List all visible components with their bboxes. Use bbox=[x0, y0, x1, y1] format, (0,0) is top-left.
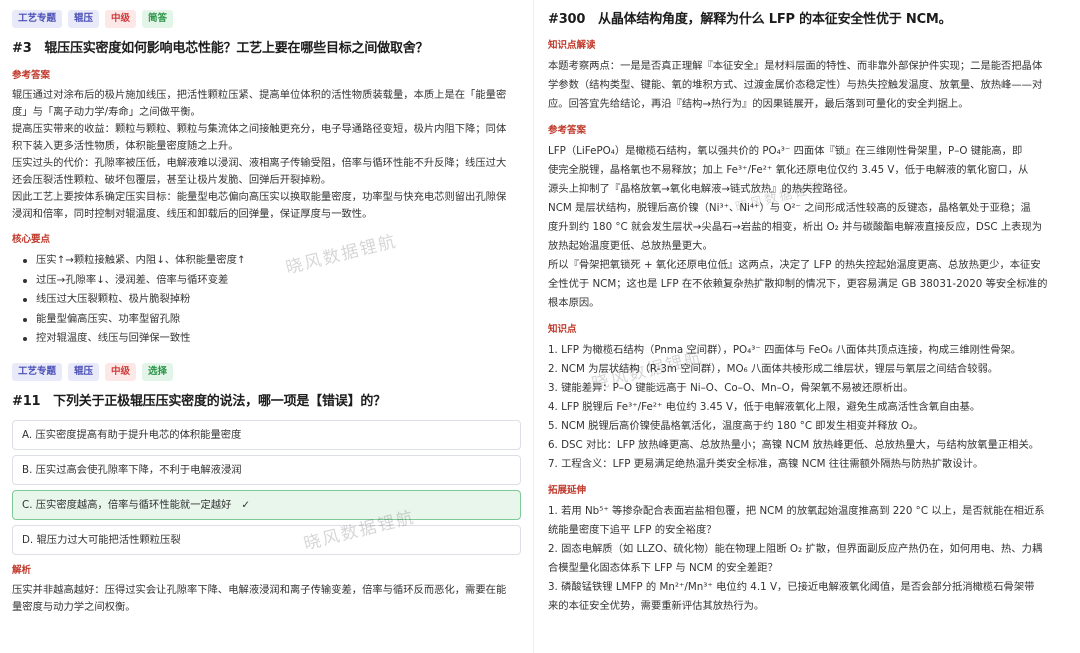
list-item: 6. DSC 对比：LFP 放热峰更高、总放热量小；高镍 NCM 放热峰更低、总… bbox=[548, 439, 1040, 451]
text-line: 量密度与动力学之间权衡。 bbox=[12, 600, 136, 613]
list-item: 来的本征安全优势，需要重新评估其放热行为。 bbox=[548, 600, 765, 612]
option-label: C. 压实密度越高，倍率与循环性能就一定越好 bbox=[22, 498, 232, 511]
option-label: B. 压实过高会使孔隙率下降，不利于电解液浸润 bbox=[22, 463, 242, 476]
list-item: 2. 固态电解质（如 LLZO、硫化物）能在物理上阻断 O₂ 扩散，但界面副反应… bbox=[548, 543, 1043, 555]
q3-reference-label: 参考答案 bbox=[12, 70, 51, 81]
text-line: 提高压实带来的收益：颗粒与颗粒、颗粒与集流体之间接触更充分，电子导通路径变短，极… bbox=[12, 123, 507, 135]
list-item: 1. 若用 Nb⁵⁺ 等掺杂配合表面岩盐相包覆，把 NCM 的放氧起始温度推高到… bbox=[548, 505, 1045, 517]
q300-intro: 本题考察两点：一是是否真正理解『本征安全』是材料层面的特性、而非靠外部保护件实现… bbox=[548, 57, 1066, 114]
q11-title: #11 下列关于正极辊压压实密度的说法，哪一项是【错误】的？ bbox=[12, 393, 386, 409]
tag-topic[interactable]: 工艺专题 bbox=[12, 362, 63, 381]
list-item: 2. NCM 为层状结构（R-3m 空间群），MO₆ 八面体共棱形成二维层状，锂… bbox=[548, 363, 999, 375]
q3-keypoints-label: 核心要点 bbox=[12, 234, 51, 245]
text-line: 全性优于 NCM；这也是 LFP 在不依赖复杂热扩散抑制的情况下，更容易满足 G… bbox=[548, 278, 1048, 290]
text-line: 放热起始温度更低、总放热量更大。 bbox=[548, 240, 713, 252]
text-line: 应。回答宜先给结论，再沿『结构→热行为』的因果链展开，最后落到可量化的安全判据上… bbox=[548, 98, 969, 110]
list-item: 统能量密度下追平 LFP 的安全裕度？ bbox=[548, 524, 717, 536]
text-line: 学参数（结构类型、键能、氧的堆积方式、过渡金属价态稳定性）与热失控触发温度、放氧… bbox=[548, 79, 1043, 91]
tag-type[interactable]: 选择 bbox=[142, 362, 174, 381]
q300-intro-label: 知识点解读 bbox=[548, 40, 596, 51]
text-line: 还会压裂活性颗粒、破坏包覆层，甚至让极片发脆、回弹后开裂掉粉。 bbox=[12, 174, 332, 186]
option-a[interactable]: A. 压实密度提高有助于提升电芯的体积能量密度 bbox=[12, 419, 521, 450]
option-label: D. 辊压力过大可能把活性颗粒压裂 bbox=[22, 533, 181, 546]
list-item: 4. LFP 脱锂后 Fe³⁺/Fe²⁺ 电位约 3.45 V，低于电解液氧化上… bbox=[548, 401, 981, 413]
list-item: 1. LFP 为橄榄石结构（Pnma 空间群），PO₄³⁻ 四面体与 FeO₆ … bbox=[548, 344, 1022, 356]
list-item: 能量型偏高压实、功率型留孔隙 bbox=[23, 310, 521, 330]
text-line: 本题考察两点：一是是否真正理解『本征安全』是材料层面的特性、而非靠外部保护件实现… bbox=[548, 60, 1043, 72]
text-line: 辊压通过对涂布后的极片施加线压，把活性颗粒压紧、提高单位体积的活性物质装载量，本… bbox=[12, 89, 507, 101]
text-line: 因此工艺上要按体系确定压实目标：能量型电芯偏向高压实以换取能量密度，功率型与快充… bbox=[12, 191, 507, 203]
tag-process[interactable]: 辊压 bbox=[68, 362, 100, 381]
text-line: 源头上抑制了『晶格放氧→氧化电解液→链式放热』的热失控路径。 bbox=[548, 183, 854, 195]
q300-knowledge-list: 1. LFP 为橄榄石结构（Pnma 空间群），PO₄³⁻ 四面体与 FeO₆ … bbox=[548, 341, 1066, 474]
left-column: 工艺专题 辊压 中级 简答 #3 辊压压实密度如何影响电芯性能？工艺上要在哪些目… bbox=[0, 0, 533, 653]
tag-process[interactable]: 辊压 bbox=[68, 10, 100, 28]
q11-tags: 工艺专题 辊压 中级 选择 bbox=[12, 362, 521, 381]
text-line: 浸润和倍率，同时控制对辊温度、线压和卸载后的回弹量，保证厚度与一致性。 bbox=[12, 208, 373, 220]
option-label: A. 压实密度提高有助于提升电芯的体积能量密度 bbox=[22, 428, 242, 441]
list-item: 控对辊温度、线压与回弹保一致性 bbox=[23, 329, 521, 349]
option-c-selected[interactable]: C. 压实密度越高，倍率与循环性能就一定越好 ✓ bbox=[12, 489, 521, 520]
list-item: 7. 工程含义：LFP 更易满足绝热温升类安全标准，高镍 NCM 往往需额外隔热… bbox=[548, 458, 984, 470]
q3-tags: 工艺专题 辊压 中级 简答 bbox=[12, 10, 521, 28]
option-b[interactable]: B. 压实过高会使孔隙率下降，不利于电解液浸润 bbox=[12, 454, 521, 485]
text-line: 所以『骨架把氧锁死 + 氧化还原电位低』这两点，决定了 LFP 的热失控起始温度… bbox=[548, 259, 1041, 271]
right-column: #300 从晶体结构角度，解释为什么 LFP 的本征安全性优于 NCM。 知识点… bbox=[533, 0, 1080, 653]
text-line: NCM 是层状结构，脱锂后高价镍（Ni³⁺、Ni⁴⁺）与 O²⁻ 之间形成活性较… bbox=[548, 202, 1031, 214]
check-icon: ✓ bbox=[241, 498, 251, 511]
option-d[interactable]: D. 辊压力过大可能把活性颗粒压裂 bbox=[12, 524, 521, 555]
text-line: 压实过头的代价：孔隙率被压低，电解液难以浸润、液相离子传输受阻，倍率与循环性能不… bbox=[12, 157, 507, 169]
text-line: 根本原因。 bbox=[548, 297, 600, 309]
list-item: 压实↑→颗粒接触紧、内阻↓、体积能量密度↑ bbox=[23, 251, 521, 271]
q300-reference-label: 参考答案 bbox=[548, 125, 587, 136]
q3-title: #3 辊压压实密度如何影响电芯性能？工艺上要在哪些目标之间做取舍？ bbox=[12, 41, 429, 56]
text-line: 度」与「离子动力学/寿命」之间做平衡。 bbox=[12, 106, 201, 118]
list-item: 3. 磷酸锰铁锂 LMFP 的 Mn²⁺/Mn³⁺ 电位约 4.1 V，已接近电… bbox=[548, 581, 1035, 593]
q3-reference-answer: 辊压通过对涂布后的极片施加线压，把活性颗粒压紧、提高单位体积的活性物质装载量，本… bbox=[12, 87, 521, 223]
q300-reference-answer: LFP（LiFePO₄）是橄榄石结构，氧以强共价的 PO₄³⁻ 四面体『锁』在三… bbox=[548, 142, 1066, 313]
q11-analysis-label: 解析 bbox=[12, 564, 32, 576]
tag-level[interactable]: 中级 bbox=[105, 362, 137, 381]
list-item: 线压过大压裂颗粒、极片脆裂掉粉 bbox=[23, 290, 521, 310]
tag-type[interactable]: 简答 bbox=[142, 10, 174, 28]
text-line: 使完全脱锂，晶格氧也不易释放；加上 Fe³⁺/Fe²⁺ 氧化还原电位仅约 3.4… bbox=[548, 164, 1029, 176]
q3-keypoints-list: 压实↑→颗粒接触紧、内阻↓、体积能量密度↑ 过压→孔隙率↓、浸润差、倍率与循环变… bbox=[23, 251, 521, 349]
list-item: 合模型量化固态体系下 LFP 与 NCM 的安全差距？ bbox=[548, 562, 778, 574]
list-item: 3. 键能差异：P–O 键能远高于 Ni–O、Co–O、Mn–O，骨架氧不易被还… bbox=[548, 382, 914, 394]
text-line: LFP（LiFePO₄）是橄榄石结构，氧以强共价的 PO₄³⁻ 四面体『锁』在三… bbox=[548, 145, 1023, 157]
list-item: 过压→孔隙率↓、浸润差、倍率与循环变差 bbox=[23, 271, 521, 291]
tag-level[interactable]: 中级 bbox=[105, 10, 137, 28]
text-line: 积下装入更多活性物质，体积能量密度随之上升。 bbox=[12, 140, 239, 152]
list-item: 5. NCM 脱锂后高价镍使晶格氧活化，温度高于约 180 °C 即发生相变并释… bbox=[548, 420, 924, 432]
q11-analysis: 压实并非越高越好：压得过实会让孔隙率下降、电解液浸润和离子传输变差，倍率与循环反… bbox=[12, 582, 521, 616]
tag-topic[interactable]: 工艺专题 bbox=[12, 10, 63, 28]
text-line: 度升到约 180 °C 就会发生层状→尖晶石→岩盐的相变，析出 O₂ 并与碳酸酯… bbox=[548, 221, 1043, 233]
q300-knowledge-label: 知识点 bbox=[548, 324, 577, 335]
q300-title: #300 从晶体结构角度，解释为什么 LFP 的本征安全性优于 NCM。 bbox=[548, 12, 952, 27]
q300-extension-list: 1. 若用 Nb⁵⁺ 等掺杂配合表面岩盐相包覆，把 NCM 的放氧起始温度推高到… bbox=[548, 502, 1066, 616]
q300-extension-label: 拓展延伸 bbox=[548, 485, 587, 496]
text-line: 压实并非越高越好：压得过实会让孔隙率下降、电解液浸润和离子传输变差，倍率与循环反… bbox=[12, 583, 507, 596]
q11-options: A. 压实密度提高有助于提升电芯的体积能量密度 B. 压实过高会使孔隙率下降，不… bbox=[12, 419, 521, 555]
